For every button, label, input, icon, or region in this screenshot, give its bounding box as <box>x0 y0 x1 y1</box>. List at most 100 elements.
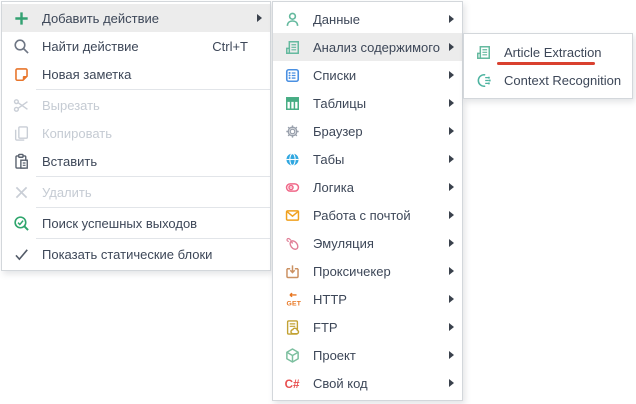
submenu-arrow-icon <box>449 323 454 331</box>
menu-item-label: Данные <box>313 12 444 27</box>
submenu-arrow-icon <box>257 14 262 22</box>
ftp-doc-cloud-icon <box>283 318 301 336</box>
svg-text:C#: C# <box>284 378 299 391</box>
menu-item-new-note[interactable]: Новая заметка <box>2 60 270 88</box>
menu-item-email[interactable]: Работа с почтой <box>273 201 462 229</box>
menu-separator <box>36 176 270 177</box>
submenu-arrow-icon <box>449 99 454 107</box>
menu-item-label: Таблицы <box>313 96 444 111</box>
person-icon <box>283 10 301 28</box>
menu-item-label: Копировать <box>42 126 252 141</box>
submenu-arrow-icon <box>449 183 454 191</box>
menu-item-label: FTP <box>313 320 444 335</box>
menu-item-http[interactable]: GET HTTP <box>273 285 462 313</box>
submenu-arrow-icon <box>449 211 454 219</box>
menu-item-label: HTTP <box>313 292 444 307</box>
toggle-icon <box>283 178 301 196</box>
menu-item-lists[interactable]: Списки <box>273 61 462 89</box>
red-underline-annotation <box>497 62 595 65</box>
submenu-arrow-icon <box>449 155 454 163</box>
menu-item-own-code[interactable]: C# Свой код <box>273 369 462 397</box>
submenu-arrow-icon <box>449 295 454 303</box>
menu-item-label: Проксичекер <box>313 264 444 279</box>
submenu-arrow-icon <box>449 43 454 51</box>
menu-item-label: Списки <box>313 68 444 83</box>
menu-item-label: Добавить действие <box>42 11 252 26</box>
menu-item-article-extraction[interactable]: Article Extraction <box>464 38 632 66</box>
shortcut-text: Ctrl+T <box>212 39 248 54</box>
menu-item-emulation[interactable]: Эмуляция <box>273 229 462 257</box>
scissors-icon <box>12 96 30 114</box>
menu-item-label: Работа с почтой <box>313 208 444 223</box>
menu-item-label: Показать статические блоки <box>42 247 252 262</box>
menu-item-label: Вырезать <box>42 98 252 113</box>
menu-item-context-recognition[interactable]: Context Recognition <box>464 66 632 94</box>
plus-icon <box>12 9 30 27</box>
context-plug-icon <box>474 71 492 89</box>
menu-item-label: Свой код <box>313 376 444 391</box>
menu-item-label: Эмуляция <box>313 236 444 251</box>
menu-item-label: Article Extraction <box>504 45 624 60</box>
gear-icon <box>283 122 301 140</box>
csharp-icon: C# <box>283 374 301 392</box>
menu-item-tables[interactable]: Таблицы <box>273 89 462 117</box>
http-get-icon: GET <box>283 290 301 308</box>
submenu-arrow-icon <box>449 239 454 247</box>
menu-item-label: Вставить <box>42 154 252 169</box>
menu-item-label: Новая заметка <box>42 67 252 82</box>
menu-item-label: Удалить <box>42 185 252 200</box>
context-menu: Добавить действие Найти действие Ctrl+T … <box>1 1 271 271</box>
mouse-icon <box>283 234 301 252</box>
menu-separator <box>36 89 270 90</box>
menu-item-show-static-blocks[interactable]: Показать статические блоки <box>2 240 270 268</box>
menu-item-label: Context Recognition <box>504 73 624 88</box>
menu-item-label: Браузер <box>313 124 444 139</box>
table-icon <box>283 94 301 112</box>
menu-item-data[interactable]: Данные <box>273 5 462 33</box>
menu-item-label: Найти действие <box>42 39 212 54</box>
menu-item-proxychecker[interactable]: Проксичекер <box>273 257 462 285</box>
content-analysis-submenu: Article Extraction Context Recognition <box>463 33 633 99</box>
article-icon <box>283 38 301 56</box>
menu-item-label: Поиск успешных выходов <box>42 216 252 231</box>
submenu-arrow-icon <box>449 127 454 135</box>
actions-submenu: Данные Анализ содержимого Списки <box>272 1 463 401</box>
submenu-arrow-icon <box>449 351 454 359</box>
menu-item-browser[interactable]: Браузер <box>273 117 462 145</box>
delete-x-icon <box>12 183 30 201</box>
menu-item-copy: Копировать <box>2 119 270 147</box>
menu-item-label: Проект <box>313 348 444 363</box>
menu-item-tabs[interactable]: Табы <box>273 145 462 173</box>
menu-separator <box>36 207 270 208</box>
search-check-icon <box>12 214 30 232</box>
copy-icon <box>12 124 30 142</box>
menu-separator <box>36 238 270 239</box>
search-icon <box>12 37 30 55</box>
submenu-arrow-icon <box>449 15 454 23</box>
menu-item-add-action[interactable]: Добавить действие <box>2 4 270 32</box>
menu-item-label: Анализ содержимого <box>313 40 444 55</box>
menu-item-cut: Вырезать <box>2 91 270 119</box>
menu-item-ftp[interactable]: FTP <box>273 313 462 341</box>
menu-item-label: Табы <box>313 152 444 167</box>
article-icon <box>474 43 492 61</box>
inbox-down-icon <box>283 262 301 280</box>
menu-item-logic[interactable]: Логика <box>273 173 462 201</box>
list-icon <box>283 66 301 84</box>
menu-item-label: Логика <box>313 180 444 195</box>
submenu-arrow-icon <box>449 71 454 79</box>
cube-icon <box>283 346 301 364</box>
mail-icon <box>283 206 301 224</box>
menu-item-find-action[interactable]: Найти действие Ctrl+T <box>2 32 270 60</box>
submenu-arrow-icon <box>449 267 454 275</box>
svg-text:GET: GET <box>286 300 300 307</box>
menu-item-project[interactable]: Проект <box>273 341 462 369</box>
globe-icon <box>283 150 301 168</box>
menu-item-content-analysis[interactable]: Анализ содержимого <box>273 33 462 61</box>
note-icon <box>12 65 30 83</box>
paste-icon <box>12 152 30 170</box>
menu-item-paste[interactable]: Вставить <box>2 147 270 175</box>
check-icon <box>12 245 30 263</box>
menu-item-delete: Удалить <box>2 178 270 206</box>
menu-item-search-success-exits[interactable]: Поиск успешных выходов <box>2 209 270 237</box>
